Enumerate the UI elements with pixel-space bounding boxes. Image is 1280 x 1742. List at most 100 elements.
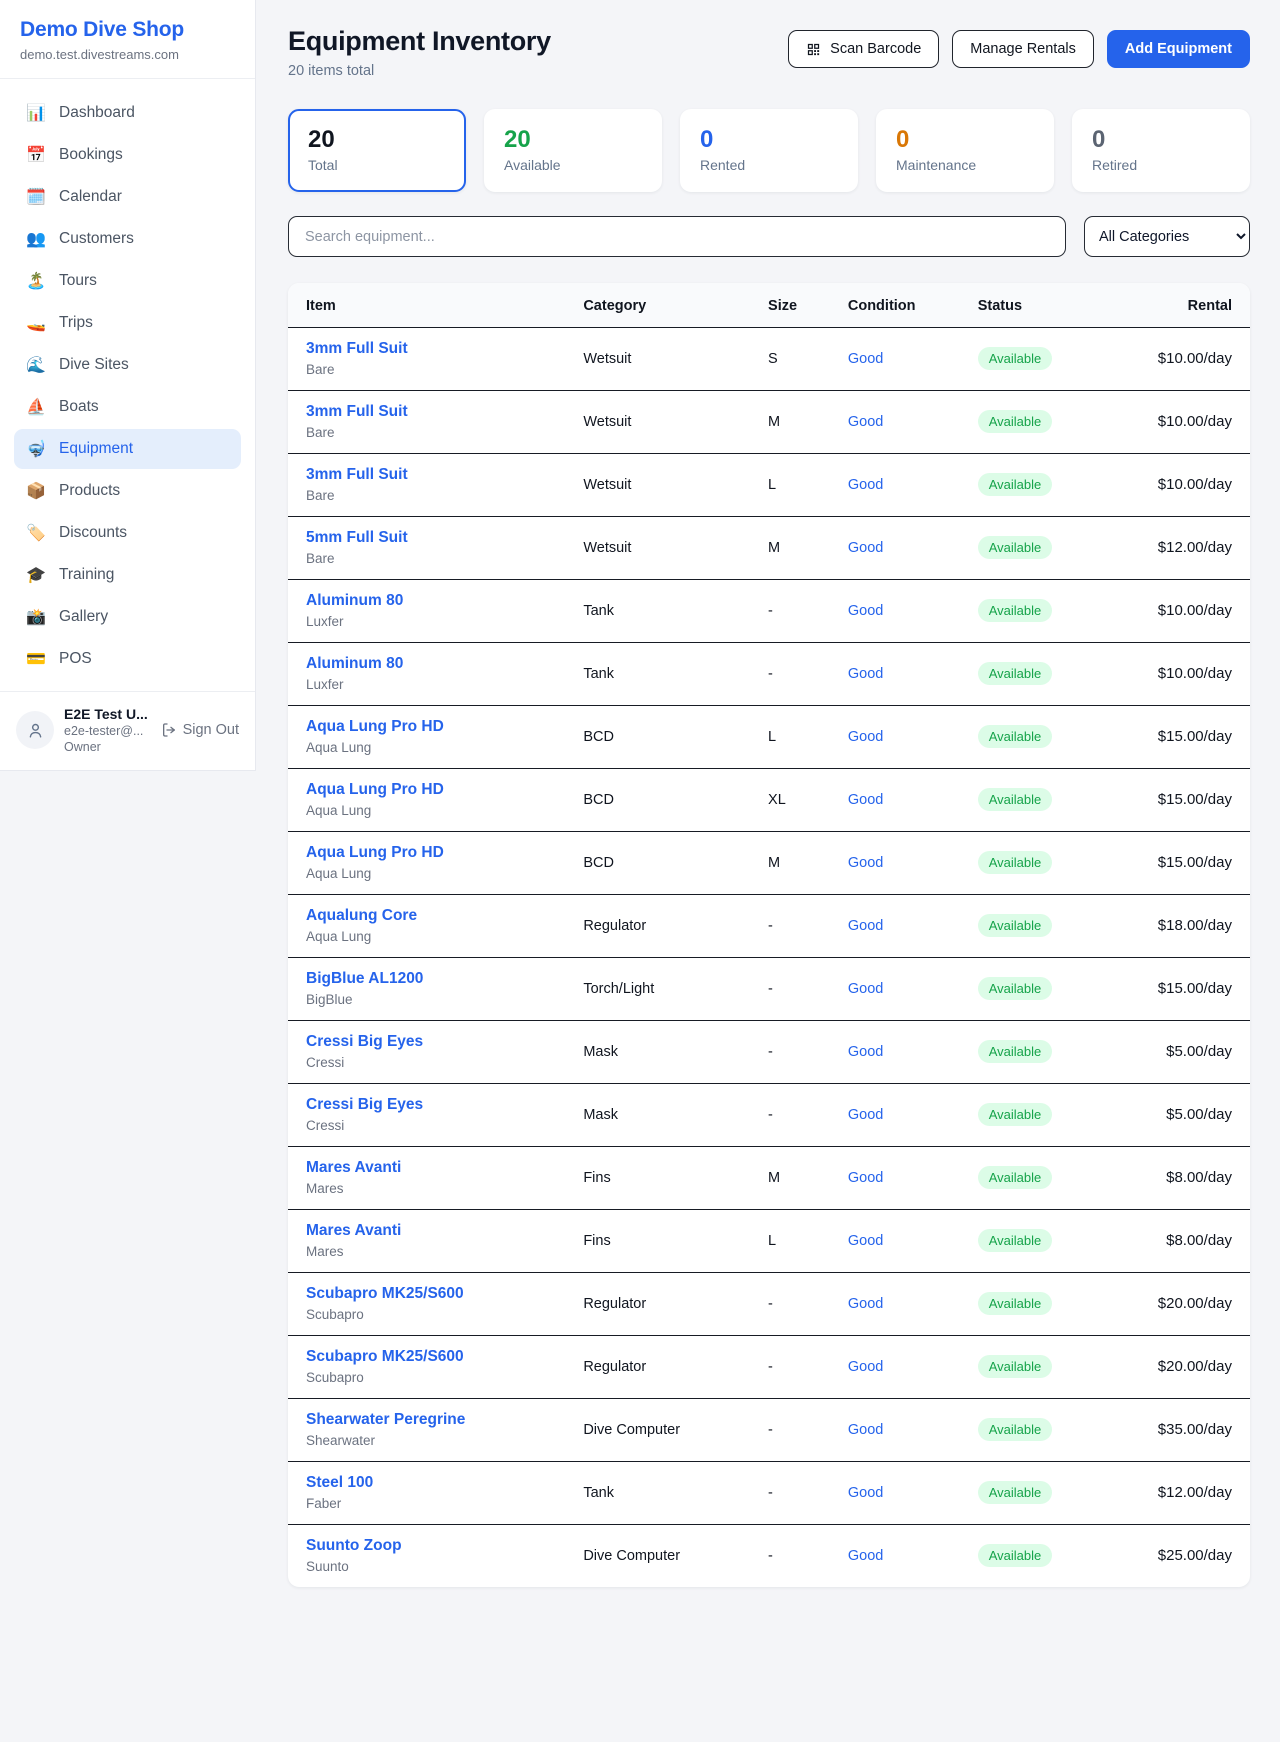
sidebar-item[interactable]: 📸 Gallery: [14, 597, 241, 637]
category-select[interactable]: All Categories: [1084, 216, 1250, 257]
table-row: Aluminum 80 Luxfer Tank - Good Available…: [288, 580, 1250, 643]
item-name-link[interactable]: Aluminum 80: [306, 592, 583, 610]
item-condition-link[interactable]: Good: [848, 1170, 883, 1186]
stat-label: Total: [308, 157, 446, 173]
item-condition-link[interactable]: Good: [848, 981, 883, 997]
sidebar-item-label: POS: [59, 650, 92, 668]
sidebar-item[interactable]: 📊 Dashboard: [14, 93, 241, 133]
user-role: Owner: [64, 740, 151, 754]
item-condition-link[interactable]: Good: [848, 351, 883, 367]
item-category: BCD: [583, 832, 768, 895]
item-condition-link[interactable]: Good: [848, 1422, 883, 1438]
item-condition-link[interactable]: Good: [848, 1485, 883, 1501]
item-condition-link[interactable]: Good: [848, 1359, 883, 1375]
item-size: -: [768, 895, 848, 958]
status-badge: Available: [978, 662, 1053, 685]
speedboat-icon: 🚤: [26, 313, 46, 333]
table-row: Aluminum 80 Luxfer Tank - Good Available…: [288, 643, 1250, 706]
item-brand: Shearwater: [306, 1433, 583, 1448]
table-row: Shearwater Peregrine Shearwater Dive Com…: [288, 1399, 1250, 1462]
stat-card[interactable]: 0 Retired: [1072, 109, 1250, 192]
item-size: -: [768, 1336, 848, 1399]
sidebar-item-label: Discounts: [59, 524, 127, 542]
item-brand: Bare: [306, 488, 583, 503]
sign-out-button[interactable]: Sign Out: [161, 722, 239, 738]
item-name-link[interactable]: Aqua Lung Pro HD: [306, 718, 583, 736]
sidebar-item[interactable]: 📦 Products: [14, 471, 241, 511]
add-equipment-button[interactable]: Add Equipment: [1107, 30, 1250, 68]
stat-card[interactable]: 20 Total: [288, 109, 466, 192]
manage-rentals-button[interactable]: Manage Rentals: [952, 30, 1094, 68]
item-name-link[interactable]: Suunto Zoop: [306, 1537, 583, 1555]
item-condition-link[interactable]: Good: [848, 540, 883, 556]
item-condition-link[interactable]: Good: [848, 855, 883, 871]
item-condition-link[interactable]: Good: [848, 918, 883, 934]
item-name-link[interactable]: Aqua Lung Pro HD: [306, 781, 583, 799]
item-condition-link[interactable]: Good: [848, 729, 883, 745]
sidebar-item[interactable]: 🏷️ Discounts: [14, 513, 241, 553]
search-input[interactable]: [288, 216, 1066, 257]
item-condition-link[interactable]: Good: [848, 666, 883, 682]
item-name-link[interactable]: Mares Avanti: [306, 1222, 583, 1240]
item-brand: Bare: [306, 551, 583, 566]
item-name-link[interactable]: Mares Avanti: [306, 1159, 583, 1177]
item-size: M: [768, 391, 848, 454]
item-name-link[interactable]: Cressi Big Eyes: [306, 1033, 583, 1051]
item-name-link[interactable]: 3mm Full Suit: [306, 340, 583, 358]
item-size: S: [768, 328, 848, 391]
status-badge: Available: [978, 347, 1053, 370]
table-row: Mares Avanti Mares Fins L Good Available…: [288, 1210, 1250, 1273]
sidebar-item[interactable]: ⛵ Boats: [14, 387, 241, 427]
status-badge: Available: [978, 410, 1053, 433]
item-name-link[interactable]: 5mm Full Suit: [306, 529, 583, 547]
item-category: Regulator: [583, 1336, 768, 1399]
sidebar-item[interactable]: 🎓 Training: [14, 555, 241, 595]
item-name-link[interactable]: 3mm Full Suit: [306, 466, 583, 484]
diving-mask-icon: 🤿: [26, 439, 46, 459]
table-row: Aqualung Core Aqua Lung Regulator - Good…: [288, 895, 1250, 958]
item-condition-link[interactable]: Good: [848, 477, 883, 493]
item-name-link[interactable]: 3mm Full Suit: [306, 403, 583, 421]
status-badge: Available: [978, 599, 1053, 622]
sidebar-item-label: Tours: [59, 272, 97, 290]
stat-card[interactable]: 0 Maintenance: [876, 109, 1054, 192]
sidebar-item[interactable]: 🚤 Trips: [14, 303, 241, 343]
item-brand: BigBlue: [306, 992, 583, 1007]
item-condition-link[interactable]: Good: [848, 1233, 883, 1249]
item-brand: Mares: [306, 1244, 583, 1259]
item-condition-link[interactable]: Good: [848, 1107, 883, 1123]
stat-value: 0: [1092, 126, 1230, 154]
item-name-link[interactable]: Scubapro MK25/S600: [306, 1285, 583, 1303]
item-name-link[interactable]: Steel 100: [306, 1474, 583, 1492]
sidebar-item[interactable]: 🤿 Equipment: [14, 429, 241, 469]
sidebar-item[interactable]: 📅 Bookings: [14, 135, 241, 175]
item-name-link[interactable]: Aluminum 80: [306, 655, 583, 673]
stat-card[interactable]: 0 Rented: [680, 109, 858, 192]
sidebar-item[interactable]: 💳 POS: [14, 639, 241, 679]
item-condition-link[interactable]: Good: [848, 603, 883, 619]
sidebar-item[interactable]: 🌊 Dive Sites: [14, 345, 241, 385]
table-row: Scubapro MK25/S600 Scubapro Regulator - …: [288, 1336, 1250, 1399]
item-category: Tank: [583, 643, 768, 706]
sidebar-item[interactable]: 👥 Customers: [14, 219, 241, 259]
scan-barcode-button[interactable]: Scan Barcode: [788, 30, 939, 68]
item-condition-link[interactable]: Good: [848, 1548, 883, 1564]
item-condition-link[interactable]: Good: [848, 1296, 883, 1312]
table-row: 5mm Full Suit Bare Wetsuit M Good Availa…: [288, 517, 1250, 580]
status-badge: Available: [978, 788, 1053, 811]
item-condition-link[interactable]: Good: [848, 792, 883, 808]
sign-out-icon: [161, 722, 177, 738]
item-name-link[interactable]: Aqualung Core: [306, 907, 583, 925]
item-name-link[interactable]: Cressi Big Eyes: [306, 1096, 583, 1114]
item-brand: Cressi: [306, 1118, 583, 1133]
sidebar-item[interactable]: 🗓️ Calendar: [14, 177, 241, 217]
item-name-link[interactable]: Aqua Lung Pro HD: [306, 844, 583, 862]
sidebar-item[interactable]: 🏝️ Tours: [14, 261, 241, 301]
item-condition-link[interactable]: Good: [848, 414, 883, 430]
stat-card[interactable]: 20 Available: [484, 109, 662, 192]
item-name-link[interactable]: BigBlue AL1200: [306, 970, 583, 988]
item-condition-link[interactable]: Good: [848, 1044, 883, 1060]
item-name-link[interactable]: Shearwater Peregrine: [306, 1411, 583, 1429]
item-name-link[interactable]: Scubapro MK25/S600: [306, 1348, 583, 1366]
status-badge: Available: [978, 1355, 1053, 1378]
